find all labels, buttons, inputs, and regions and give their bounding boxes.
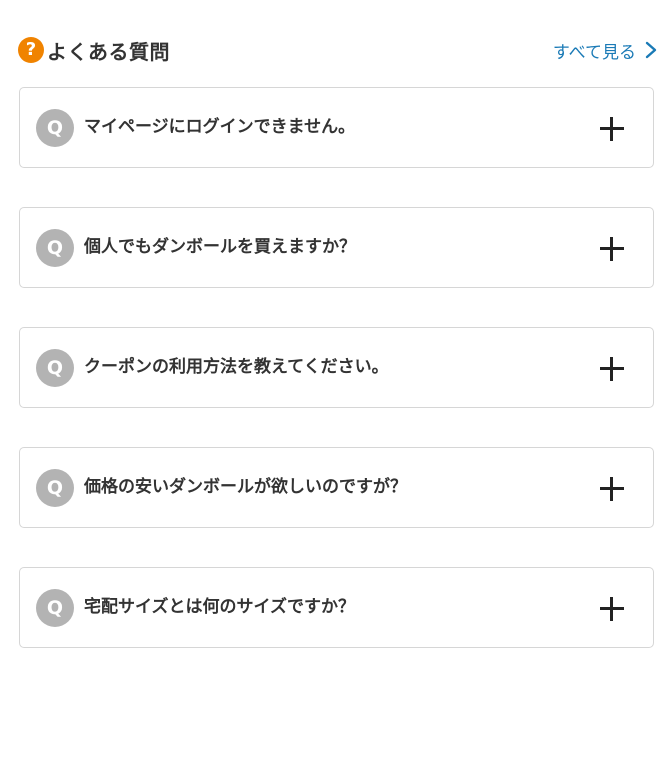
help-circle-icon: ? — [18, 37, 44, 63]
faq-title-group: ? よくある質問 — [18, 34, 170, 66]
q-badge: Q — [36, 589, 74, 627]
q-badge: Q — [36, 109, 74, 147]
faq-question: マイページにログインできません。 — [84, 117, 356, 137]
faq-question: 価格の安いダンボールが欲しいのですが？ — [84, 477, 407, 497]
chevron-right-icon — [645, 41, 657, 59]
faq-item[interactable]: Q クーポンの利用方法を教えてください。 — [19, 327, 654, 408]
faq-item[interactable]: Q マイページにログインできません。 — [19, 87, 654, 168]
plus-icon[interactable] — [600, 357, 624, 381]
q-badge: Q — [36, 469, 74, 507]
plus-icon[interactable] — [600, 237, 624, 261]
faq-list: Q マイページにログインできません。 Q 個人でもダンボールを買えますか？ Q … — [19, 87, 654, 687]
plus-icon[interactable] — [600, 597, 624, 621]
faq-header: ? よくある質問 すべて見る — [18, 34, 658, 66]
faq-item[interactable]: Q 宅配サイズとは何のサイズですか？ — [19, 567, 654, 648]
faq-item[interactable]: Q 個人でもダンボールを買えますか？ — [19, 207, 654, 288]
faq-question: クーポンの利用方法を教えてください。 — [84, 357, 389, 377]
see-all-link[interactable]: すべて見る — [553, 34, 658, 66]
plus-icon[interactable] — [600, 117, 624, 141]
plus-icon[interactable] — [600, 477, 624, 501]
faq-title: よくある質問 — [47, 39, 170, 64]
faq-item[interactable]: Q 価格の安いダンボールが欲しいのですが？ — [19, 447, 654, 528]
see-all-label: すべて見る — [552, 42, 636, 63]
q-badge: Q — [36, 349, 74, 387]
faq-question: 個人でもダンボールを買えますか？ — [84, 237, 356, 257]
q-badge: Q — [36, 229, 74, 267]
faq-question: 宅配サイズとは何のサイズですか？ — [84, 597, 355, 617]
